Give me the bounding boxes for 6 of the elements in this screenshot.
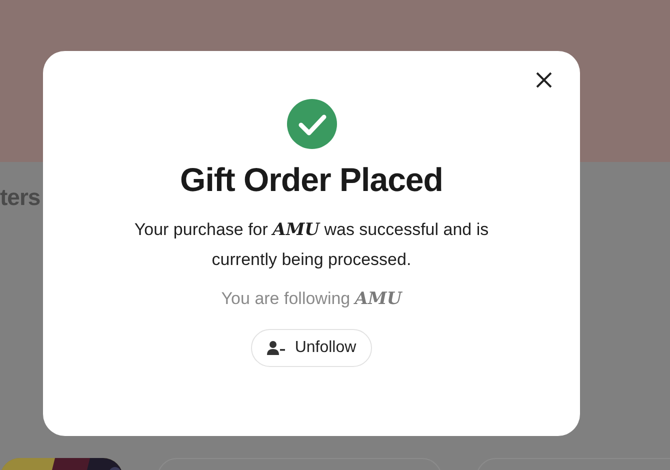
remove-user-icon — [266, 340, 285, 356]
following-status: You are following AMU — [221, 289, 402, 309]
checkmark-icon — [286, 99, 336, 149]
confirmation-message: Your purchase for AMU was successful and is currently being processed. — [133, 219, 490, 271]
unfollow-button[interactable]: Unfollow — [250, 329, 372, 367]
dialog-title: Gift Order Placed — [180, 161, 443, 199]
